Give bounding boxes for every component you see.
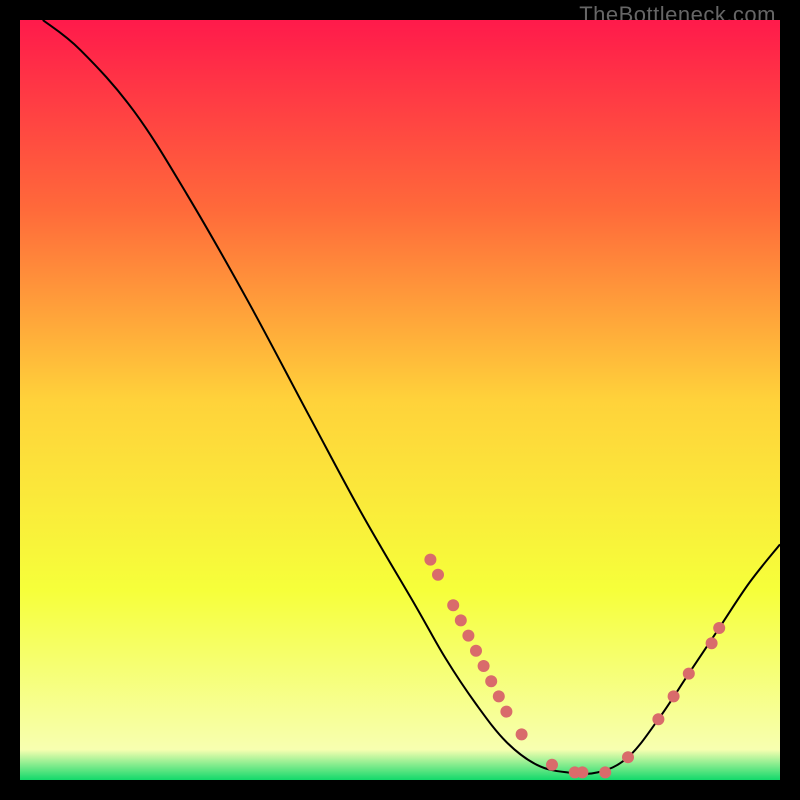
data-marker bbox=[713, 622, 725, 634]
data-marker bbox=[470, 645, 482, 657]
bottleneck-chart bbox=[20, 20, 780, 780]
data-marker bbox=[622, 751, 634, 763]
data-marker bbox=[546, 759, 558, 771]
data-marker bbox=[493, 690, 505, 702]
chart-background bbox=[20, 20, 780, 780]
data-marker bbox=[462, 630, 474, 642]
chart-frame bbox=[20, 20, 780, 780]
data-marker bbox=[478, 660, 490, 672]
data-marker bbox=[500, 706, 512, 718]
data-marker bbox=[424, 554, 436, 566]
data-marker bbox=[432, 569, 444, 581]
data-marker bbox=[652, 713, 664, 725]
data-marker bbox=[668, 690, 680, 702]
data-marker bbox=[485, 675, 497, 687]
data-marker bbox=[455, 614, 467, 626]
data-marker bbox=[706, 637, 718, 649]
data-marker bbox=[683, 668, 695, 680]
data-marker bbox=[599, 766, 611, 778]
data-marker bbox=[576, 766, 588, 778]
data-marker bbox=[516, 728, 528, 740]
data-marker bbox=[447, 599, 459, 611]
